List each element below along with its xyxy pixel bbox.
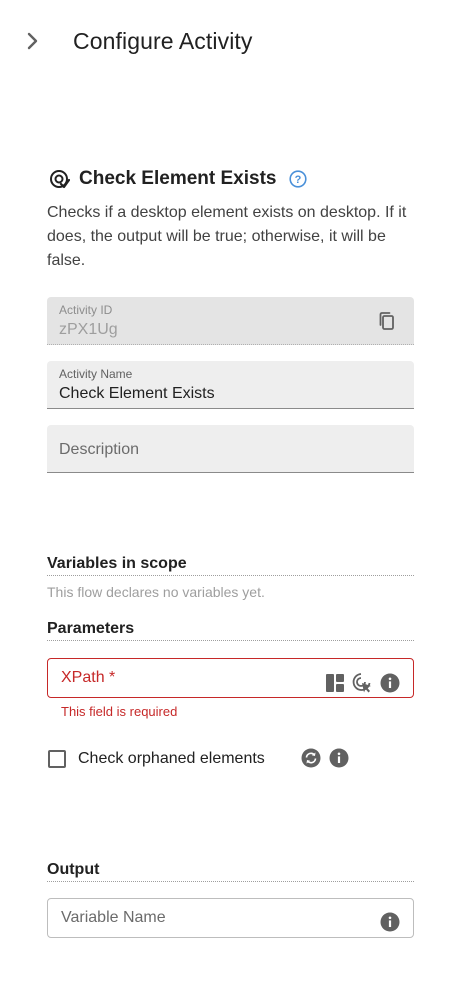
refresh-icon[interactable] — [300, 747, 322, 769]
panel-header: Configure Activity — [0, 0, 470, 84]
copy-icon[interactable] — [376, 310, 398, 332]
activity-name-label: Activity Name — [59, 367, 133, 381]
parameters-section-title: Parameters — [47, 620, 414, 641]
output-section-title: Output — [47, 861, 414, 882]
element-picker-icon[interactable] — [351, 672, 373, 694]
xpath-error-text: This field is required — [61, 704, 178, 719]
output-variable-placeholder: Variable Name — [61, 909, 166, 926]
activity-id-value: zPX1Ug — [59, 321, 118, 338]
xpath-label: XPath * — [61, 669, 116, 686]
activity-header: Check Element Exists ? — [47, 166, 308, 192]
xpath-input[interactable]: XPath * — [47, 658, 414, 698]
activity-id-field: Activity ID zPX1Ug — [47, 297, 414, 345]
svg-text:?: ? — [295, 174, 302, 186]
check-orphaned-row: Check orphaned elements — [47, 747, 265, 771]
chevron-right-icon[interactable] — [20, 28, 46, 54]
check-orphaned-checkbox[interactable] — [48, 750, 66, 768]
activity-name-field[interactable]: Activity Name Check Element Exists — [47, 361, 414, 409]
activity-title: Check Element Exists — [79, 168, 277, 189]
layout-picker-icon[interactable] — [324, 672, 346, 694]
target-check-icon — [47, 167, 71, 191]
help-icon[interactable]: ? — [288, 169, 308, 189]
check-orphaned-label: Check orphaned elements — [78, 750, 265, 767]
info-icon[interactable] — [379, 911, 401, 933]
variables-empty-note: This flow declares no variables yet. — [47, 584, 265, 600]
activity-id-label: Activity ID — [59, 303, 113, 317]
info-icon[interactable] — [379, 672, 401, 694]
page-title: Configure Activity — [73, 28, 253, 54]
info-icon[interactable] — [328, 747, 350, 769]
description-placeholder: Description — [59, 441, 140, 458]
variables-section-title: Variables in scope — [47, 555, 414, 576]
activity-name-value: Check Element Exists — [59, 385, 215, 402]
activity-description: Checks if a desktop element exists on de… — [47, 204, 407, 269]
output-variable-input[interactable]: Variable Name — [47, 898, 414, 938]
description-field[interactable]: Description — [47, 425, 414, 473]
